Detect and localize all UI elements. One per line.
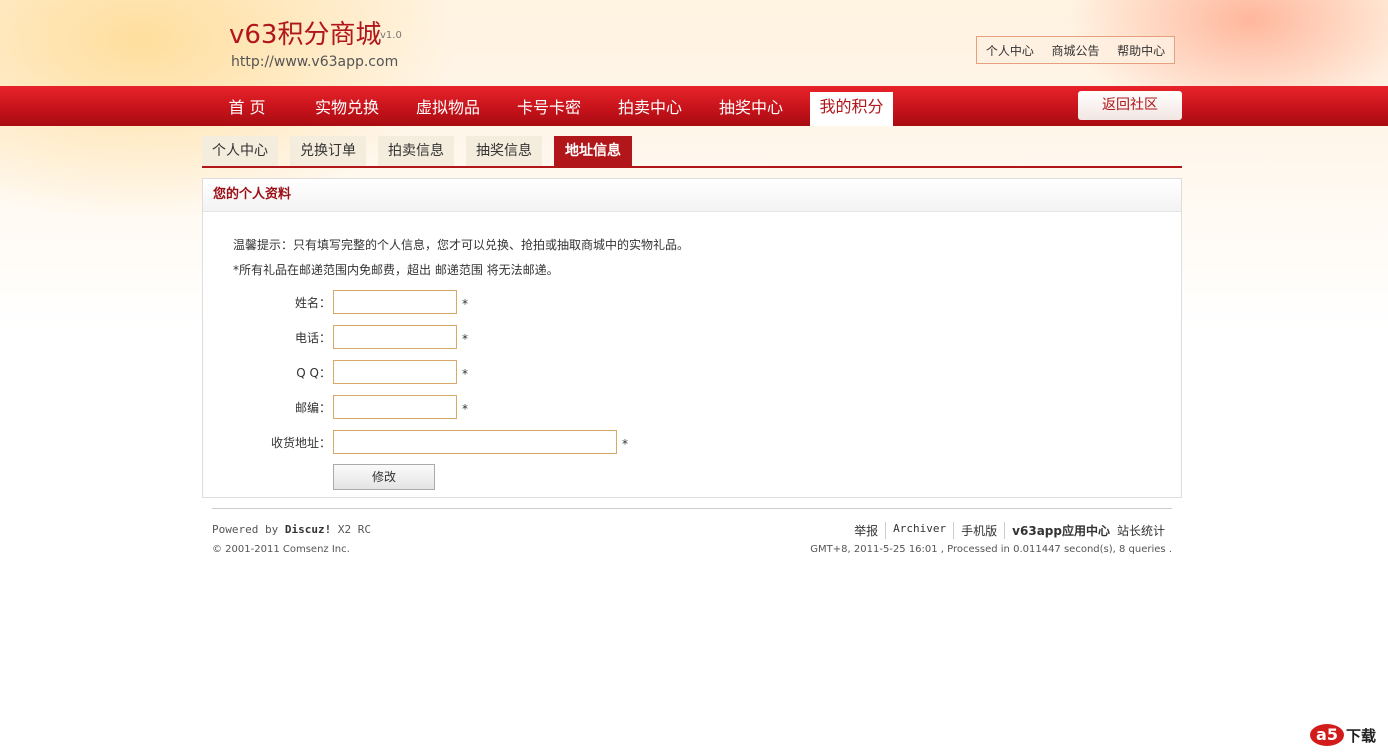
tip-text: 温馨提示：只有填写完整的个人信息，您才可以兑换、抢拍或抽取商城中的实物礼品。 (233, 238, 690, 252)
phone-input[interactable] (333, 325, 457, 349)
nav-physical-exchange[interactable]: 实物兑换 (304, 86, 390, 126)
watermark-logo-icon: a5 (1309, 724, 1344, 746)
powered-version: X2 RC (337, 523, 371, 536)
sub-tabs: 个人中心 兑换订单 拍卖信息 抽奖信息 地址信息 (202, 136, 1182, 168)
field-row-address: 收货地址： * (203, 430, 903, 454)
watermark: a5 下载 (1309, 724, 1376, 746)
top-link-help-center[interactable]: 帮助中心 (1117, 42, 1165, 59)
tab-address-info[interactable]: 地址信息 (554, 136, 632, 166)
tab-exchange-orders[interactable]: 兑换订单 (290, 136, 366, 166)
address-label: 收货地址： (270, 436, 331, 450)
back-to-community-button[interactable]: 返回社区 (1078, 91, 1182, 120)
footer-status: GMT+8, 2011-5-25 16:01 , Processed in 0.… (810, 544, 1172, 555)
postcode-label: 邮编： (294, 401, 331, 415)
address-input[interactable] (333, 430, 617, 454)
profile-panel: 您的个人资料 温馨提示：只有填写完整的个人信息，您才可以兑换、抢拍或抽取商城中的… (202, 178, 1182, 498)
required-mark: * (462, 367, 468, 381)
footer-link-archiver[interactable]: Archiver (885, 522, 953, 539)
required-mark: * (462, 402, 468, 416)
qq-label: Q Q： (296, 366, 331, 380)
tab-auction-info[interactable]: 拍卖信息 (378, 136, 454, 166)
nav-my-points[interactable]: 我的积分 (810, 92, 893, 126)
qq-input[interactable] (333, 360, 457, 384)
nav-virtual-items[interactable]: 虚拟物品 (405, 86, 491, 126)
main-nav: 首 页 实物兑换 虚拟物品 卡号卡密 拍卖中心 抽奖中心 我的积分 返回社区 (0, 86, 1388, 126)
field-row-qq: Q Q： * (203, 360, 903, 384)
nav-card-codes[interactable]: 卡号卡密 (506, 86, 592, 126)
copyright: © 2001-2011 Comsenz Inc. (212, 544, 350, 555)
site-title[interactable]: v63积分商城 (229, 14, 381, 51)
field-row-postcode: 邮编： * (203, 395, 903, 419)
powered-brand-link[interactable]: Discuz! (285, 523, 331, 536)
site-url: http://www.v63app.com (231, 54, 399, 70)
shipping-note: *所有礼品在邮递范围内免邮费，超出 邮递范围 将无法邮递。 (233, 263, 559, 277)
footer-link-report[interactable]: 举报 (847, 522, 885, 539)
nav-home[interactable]: 首 页 (214, 86, 280, 126)
footer-divider (212, 508, 1172, 509)
required-mark: * (462, 297, 468, 311)
panel-title: 您的个人资料 (203, 179, 1181, 212)
postcode-input[interactable] (333, 395, 457, 419)
site-version: v1.0 (380, 30, 402, 41)
field-row-phone: 电话： * (203, 325, 903, 349)
top-link-user-center[interactable]: 个人中心 (986, 42, 1034, 59)
top-links: 个人中心 商城公告 帮助中心 (976, 36, 1175, 64)
required-mark: * (622, 437, 628, 451)
footer-link-stats[interactable]: 站长统计 (1117, 522, 1172, 539)
footer-link-app-center[interactable]: v63app应用中心 (1004, 522, 1117, 539)
footer-link-mobile[interactable]: 手机版 (953, 522, 1004, 539)
name-input[interactable] (333, 290, 457, 314)
phone-label: 电话： (294, 331, 331, 345)
watermark-text: 下载 (1345, 726, 1376, 745)
powered-prefix: Powered by (212, 523, 279, 536)
top-link-announcements[interactable]: 商城公告 (1051, 42, 1099, 59)
name-label: 姓名： (294, 296, 331, 310)
nav-lottery-center[interactable]: 抽奖中心 (708, 86, 794, 126)
tab-lottery-info[interactable]: 抽奖信息 (466, 136, 542, 166)
submit-button[interactable]: 修改 (333, 464, 435, 490)
nav-auction-center[interactable]: 拍卖中心 (607, 86, 693, 126)
field-row-name: 姓名： * (203, 290, 903, 314)
powered-by: Powered by Discuz! X2 RC (212, 523, 371, 536)
tab-user-center[interactable]: 个人中心 (202, 136, 278, 166)
footer-links: 举报 Archiver 手机版 v63app应用中心 站长统计 (847, 522, 1172, 539)
required-mark: * (462, 332, 468, 346)
